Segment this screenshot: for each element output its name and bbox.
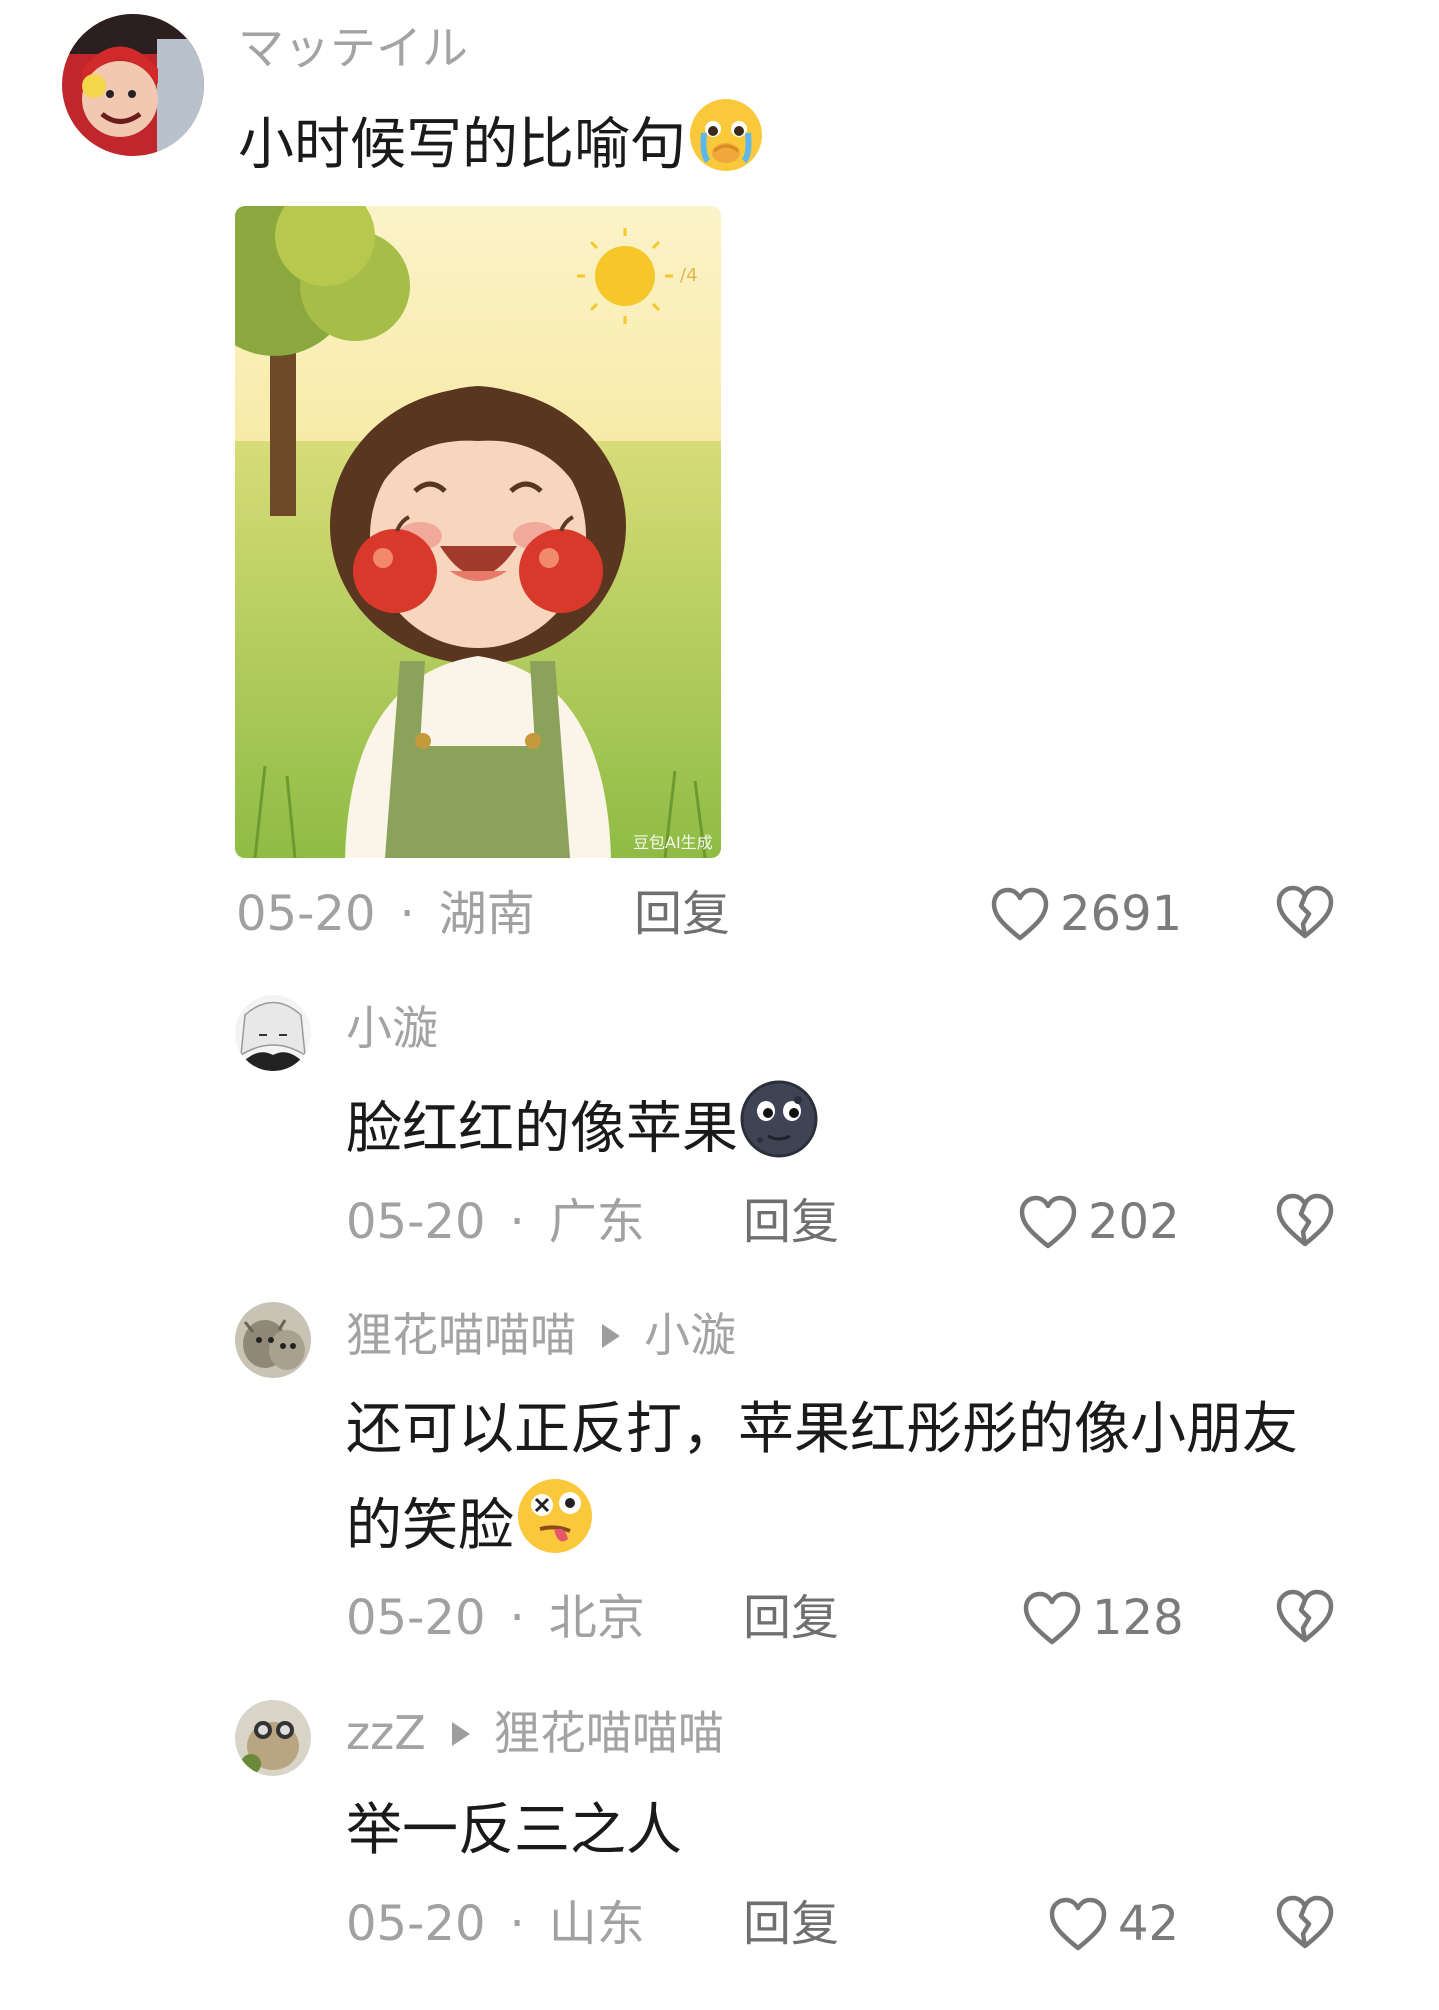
dislike-button[interactable] <box>1275 1894 1335 1954</box>
reply-to-arrow-icon <box>451 1721 470 1746</box>
avatar[interactable] <box>62 14 204 156</box>
like-button[interactable]: 202 <box>1018 1192 1180 1252</box>
broken-heart-icon <box>1276 1895 1334 1949</box>
avatar[interactable] <box>235 1700 311 1776</box>
meta-separator: · <box>509 1194 525 1250</box>
crying-face-icon <box>686 95 766 202</box>
reply-text-line: 的笑脸 <box>346 1475 1298 1584</box>
username[interactable]: 狸花喵喵喵 <box>346 1308 576 1362</box>
image-watermark: 豆包AI生成 <box>633 833 713 852</box>
heart-icon <box>991 887 1049 941</box>
username[interactable]: 小漩 <box>346 1000 438 1056</box>
username[interactable]: zzZ <box>346 1706 426 1760</box>
dark-moon-face-icon <box>738 1078 820 1187</box>
comment-image[interactable]: /4 豆包AI生成 <box>235 206 721 858</box>
meta-separator: · <box>509 1590 525 1646</box>
like-count: 128 <box>1092 1590 1184 1646</box>
broken-heart-icon <box>1276 1193 1334 1247</box>
reply-text-line: 还可以正反打，苹果红彤彤的像小朋友 <box>346 1397 1298 1462</box>
avatar[interactable] <box>235 1302 311 1378</box>
like-button[interactable]: 42 <box>1048 1894 1179 1954</box>
dislike-button[interactable] <box>1275 1192 1335 1252</box>
reply-date: 05-20 <box>346 1590 486 1646</box>
reply-button[interactable]: 回复 <box>743 1588 839 1648</box>
reply-to-username[interactable]: 狸花喵喵喵 <box>494 1706 724 1760</box>
reply-button[interactable]: 回复 <box>743 1192 839 1252</box>
like-button[interactable]: 128 <box>1022 1588 1184 1648</box>
comment-date: 05-20 <box>236 886 376 942</box>
reply-text-content: 脸红红的像苹果 <box>346 1096 738 1162</box>
reply-meta: 05-20 · 山东 <box>346 1894 645 1954</box>
reply-text: 举一反三之人 <box>346 1786 682 1876</box>
like-count: 202 <box>1088 1194 1180 1250</box>
reply-header: zzZ 狸花喵喵喵 <box>346 1705 724 1761</box>
reply-location: 北京 <box>548 1590 645 1646</box>
dislike-button[interactable] <box>1275 1588 1335 1648</box>
username[interactable]: マッテイル <box>238 20 468 76</box>
heart-icon <box>1049 1897 1107 1951</box>
reply-date: 05-20 <box>346 1194 486 1250</box>
image-page-indicator: /4 <box>680 265 698 286</box>
comment-text-content: 小时候写的比喻句 <box>238 112 686 178</box>
like-count: 42 <box>1118 1896 1180 1952</box>
comment-text: 小时候写的比喻句 <box>238 95 766 202</box>
reply-button[interactable]: 回复 <box>743 1894 839 1954</box>
reply-text: 还可以正反打，苹果红彤彤的像小朋友 的笑脸 <box>346 1385 1298 1584</box>
reply-button[interactable]: 回复 <box>634 884 730 944</box>
reply-meta: 05-20 · 广东 <box>346 1192 645 1252</box>
like-button[interactable]: 2691 <box>990 884 1182 944</box>
woozy-tongue-face-icon <box>514 1475 596 1584</box>
reply-location: 山东 <box>548 1896 645 1952</box>
dislike-button[interactable] <box>1275 884 1335 944</box>
broken-heart-icon <box>1276 885 1334 939</box>
reply-meta: 05-20 · 北京 <box>346 1588 645 1648</box>
reply-header: 狸花喵喵喵 小漩 <box>346 1307 736 1363</box>
reply-text: 脸红红的像苹果 <box>346 1078 820 1187</box>
comment-location: 湖南 <box>438 886 535 942</box>
reply-text-content: 举一反三之人 <box>346 1798 682 1863</box>
meta-separator: · <box>399 886 415 942</box>
like-count: 2691 <box>1060 886 1183 942</box>
heart-icon <box>1019 1195 1077 1249</box>
reply-date: 05-20 <box>346 1896 486 1952</box>
comment-meta: 05-20 · 湖南 <box>236 884 535 944</box>
reply-to-username[interactable]: 小漩 <box>644 1308 736 1362</box>
reply-location: 广东 <box>548 1194 645 1250</box>
reply-text-content: 的笑脸 <box>346 1493 514 1559</box>
heart-icon <box>1023 1591 1081 1645</box>
avatar[interactable] <box>235 995 311 1071</box>
meta-separator: · <box>509 1896 525 1952</box>
broken-heart-icon <box>1276 1589 1334 1643</box>
reply-to-arrow-icon <box>602 1323 620 1348</box>
